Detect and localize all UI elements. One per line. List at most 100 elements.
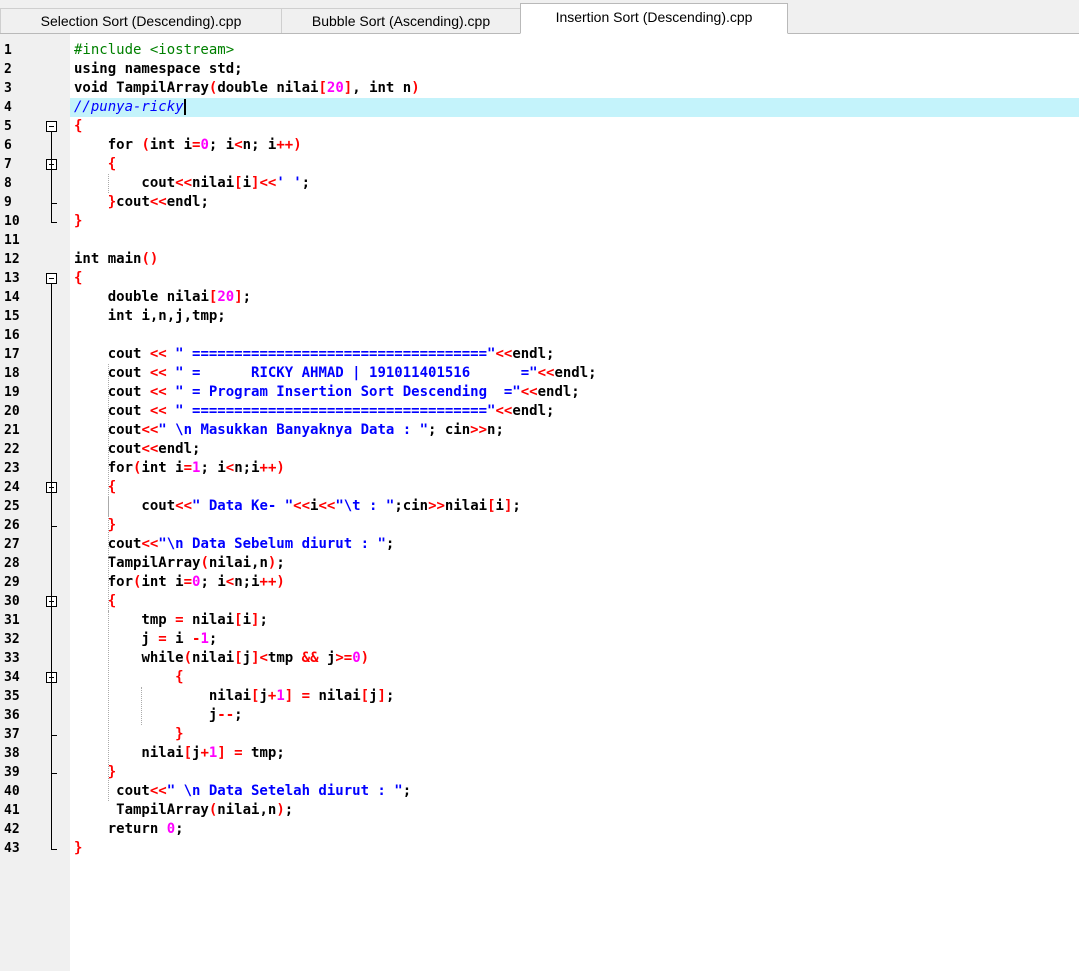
code-line[interactable]: int main() bbox=[70, 250, 1079, 269]
tab-bar: Selection Sort (Descending).cpp Bubble S… bbox=[0, 0, 1079, 34]
code-token: n;i bbox=[234, 460, 260, 476]
code-line[interactable]: cout << " = RICKY AHMAD | 191011401516 =… bbox=[70, 364, 1079, 383]
code-line[interactable]: tmp = nilai[i]; bbox=[70, 611, 1079, 630]
code-line[interactable]: cout << " ==============================… bbox=[70, 402, 1079, 421]
code-line[interactable]: { bbox=[70, 117, 1079, 136]
code-line[interactable]: cout<<endl; bbox=[70, 440, 1079, 459]
code-line[interactable]: cout<<nilai[i]<<' '; bbox=[70, 174, 1079, 193]
code-line[interactable]: for(int i=1; i<n;i++) bbox=[70, 459, 1079, 478]
code-token: ; bbox=[301, 175, 311, 191]
tab-selection-sort[interactable]: Selection Sort (Descending).cpp bbox=[0, 8, 282, 33]
code-token: TampilArray bbox=[74, 555, 201, 571]
code-line[interactable]: cout << " ==============================… bbox=[70, 345, 1079, 364]
code-token: tmp bbox=[267, 650, 302, 666]
code-line[interactable]: TampilArray(nilai,n); bbox=[70, 801, 1079, 820]
line-number: 30 bbox=[4, 594, 20, 609]
code-line[interactable]: } bbox=[70, 212, 1079, 231]
code-line[interactable]: while(nilai[j]<tmp && j>=0) bbox=[70, 649, 1079, 668]
code-token: int bbox=[149, 137, 184, 153]
code-token: n;i bbox=[234, 574, 260, 590]
code-line[interactable]: } bbox=[70, 516, 1079, 535]
code-token: [ bbox=[183, 745, 193, 761]
code-line[interactable]: cout<<" \n Masukkan Banyaknya Data : "; … bbox=[70, 421, 1079, 440]
code-line[interactable]: nilai[j+1] = nilai[j]; bbox=[70, 687, 1079, 706]
code-line[interactable]: { bbox=[70, 155, 1079, 174]
code-line[interactable]: } bbox=[70, 763, 1079, 782]
code-line[interactable]: { bbox=[70, 668, 1079, 687]
code-line[interactable]: cout<<"\n Data Sebelum diurut : "; bbox=[70, 535, 1079, 554]
code-token: [ bbox=[234, 650, 243, 666]
code-token: } bbox=[107, 517, 117, 533]
code-line[interactable] bbox=[70, 231, 1079, 250]
code-token: << bbox=[495, 403, 513, 419]
code-editor[interactable]: 1 2 3 4 5 6 7 8 9 10 11 12 13 14 15 16 17 18 19 20 21 22 23 24 2… bbox=[0, 34, 1079, 971]
code-line[interactable]: }cout<<endl; bbox=[70, 193, 1079, 212]
code-token: endl; bbox=[512, 403, 555, 419]
code-token: >= bbox=[335, 650, 353, 666]
tab-insertion-sort[interactable]: Insertion Sort (Descending).cpp bbox=[520, 3, 788, 34]
code-token: ; bbox=[208, 631, 218, 647]
code-token: nilai bbox=[192, 612, 235, 628]
code-line[interactable]: //punya-ricky bbox=[70, 98, 1079, 117]
code-token: << bbox=[149, 346, 176, 362]
code-line[interactable]: return 0; bbox=[70, 820, 1079, 839]
code-token: ( bbox=[183, 650, 193, 666]
line-number: 32 bbox=[4, 632, 20, 647]
code-token: ; bbox=[234, 707, 243, 723]
code-token: " ===================================" bbox=[175, 403, 496, 419]
code-line[interactable]: { bbox=[70, 592, 1079, 611]
code-token: using namespace bbox=[74, 61, 209, 77]
fold-toggle-icon[interactable] bbox=[46, 121, 57, 132]
code-token: j bbox=[242, 650, 252, 666]
line-number: 9 bbox=[4, 195, 12, 210]
code-token: for bbox=[107, 574, 134, 590]
code-token: " ===================================" bbox=[175, 346, 496, 362]
code-token: int bbox=[369, 80, 403, 96]
code-line[interactable]: int i,n,j,tmp; bbox=[70, 307, 1079, 326]
code-token: ;cin bbox=[394, 498, 429, 514]
code-token: nilai bbox=[276, 80, 319, 96]
line-number: 38 bbox=[4, 746, 20, 761]
fold-toggle-icon[interactable] bbox=[46, 273, 57, 284]
code-line[interactable]: #include <iostream> bbox=[70, 41, 1079, 60]
text-cursor bbox=[183, 99, 186, 115]
code-line[interactable]: cout<<" Data Ke- "<<i<<"\t : ";cin>>nila… bbox=[70, 497, 1079, 516]
code-token: return bbox=[107, 821, 167, 837]
code-line[interactable]: void TampilArray(double nilai[20], int n… bbox=[70, 79, 1079, 98]
code-line[interactable]: using namespace std; bbox=[70, 60, 1079, 79]
code-line[interactable]: j = i -1; bbox=[70, 630, 1079, 649]
line-number: 29 bbox=[4, 575, 20, 590]
code-line[interactable] bbox=[70, 326, 1079, 345]
code-line[interactable]: TampilArray(nilai,n); bbox=[70, 554, 1079, 573]
code-token: endl; bbox=[537, 384, 580, 400]
code-line[interactable]: double nilai[20]; bbox=[70, 288, 1079, 307]
code-token: ; cin bbox=[428, 422, 471, 438]
code-token: ] bbox=[377, 688, 386, 704]
code-token: i bbox=[495, 498, 504, 514]
code-token: j bbox=[369, 688, 378, 704]
code-line[interactable]: { bbox=[70, 478, 1079, 497]
code-line[interactable]: cout << " = Program Insertion Sort Desce… bbox=[70, 383, 1079, 402]
tab-bubble-sort[interactable]: Bubble Sort (Ascending).cpp bbox=[281, 8, 521, 33]
code-line[interactable]: cout<<" \n Data Setelah diurut : "; bbox=[70, 782, 1079, 801]
code-line[interactable]: { bbox=[70, 269, 1079, 288]
code-token: int bbox=[74, 251, 108, 267]
code-token: cout bbox=[74, 384, 150, 400]
code-token: j bbox=[74, 707, 218, 723]
code-token: << bbox=[149, 403, 176, 419]
code-line[interactable]: j--; bbox=[70, 706, 1079, 725]
code-line[interactable]: for(int i=0; i<n;i++) bbox=[70, 573, 1079, 592]
line-number: 1 bbox=[4, 43, 12, 58]
code-token: < bbox=[225, 574, 235, 590]
code-line[interactable]: nilai[j+1] = tmp; bbox=[70, 744, 1079, 763]
code-token: ++) bbox=[259, 460, 285, 476]
code-line[interactable]: } bbox=[70, 839, 1079, 858]
code-token: ++) bbox=[259, 574, 285, 590]
code-line[interactable]: } bbox=[70, 725, 1079, 744]
code-line[interactable]: for (int i=0; i<n; i++) bbox=[70, 136, 1079, 155]
line-number: 3 bbox=[4, 81, 12, 96]
code-token: ] = bbox=[284, 688, 319, 704]
